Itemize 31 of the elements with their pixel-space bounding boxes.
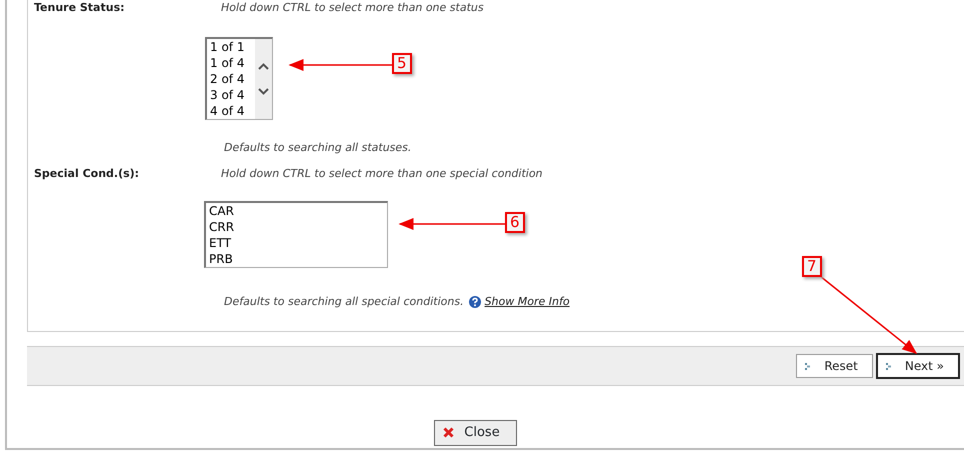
list-option[interactable]: 1 of 4 <box>207 54 255 70</box>
note-text: Defaults to searching all special conditions. <box>224 294 464 310</box>
list-box[interactable]: 1 of 1 1 of 4 2 of 4 3 of 4 4 of 4 <box>205 36 273 120</box>
callout-number: 7 <box>802 256 822 277</box>
scroll-bar[interactable] <box>255 38 272 118</box>
note-text: Defaults to searching all statuses. <box>224 140 412 156</box>
list-option[interactable]: 2 of 4 <box>207 70 255 86</box>
list-option[interactable]: 1 of 1 <box>207 38 255 54</box>
callout-number: 5 <box>392 53 412 74</box>
list-box[interactable]: CAR CRR ETT PRB <box>204 200 388 268</box>
list-option[interactable]: PRB <box>206 250 387 266</box>
list-option[interactable]: 3 of 4 <box>207 86 255 102</box>
field-label: Tenure Status: <box>33 0 126 16</box>
bullet-icon <box>805 362 810 370</box>
reset-button[interactable]: Reset <box>796 354 873 378</box>
help-icon[interactable] <box>468 296 481 308</box>
hint-text: Hold down CTRL to select more than one status <box>221 0 484 16</box>
next-button[interactable]: Next » <box>876 353 960 379</box>
field-label: Special Cond.(s): <box>33 166 140 182</box>
close-icon <box>443 427 454 438</box>
list-option[interactable]: ETT <box>206 234 387 250</box>
list-option[interactable]: 4 of 4 <box>207 102 255 118</box>
list-option[interactable]: CRR <box>206 218 387 234</box>
hint-text: Hold down CTRL to select more than one special condition <box>221 166 543 182</box>
info-link[interactable]: Show More Info <box>484 294 570 310</box>
close-button[interactable]: Close <box>434 420 517 446</box>
bullet-icon <box>886 362 891 370</box>
chevron-up-icon[interactable] <box>258 62 269 70</box>
chevron-down-icon[interactable] <box>258 88 269 94</box>
callout-number: 6 <box>505 212 525 233</box>
list-option[interactable]: CAR <box>206 202 387 218</box>
